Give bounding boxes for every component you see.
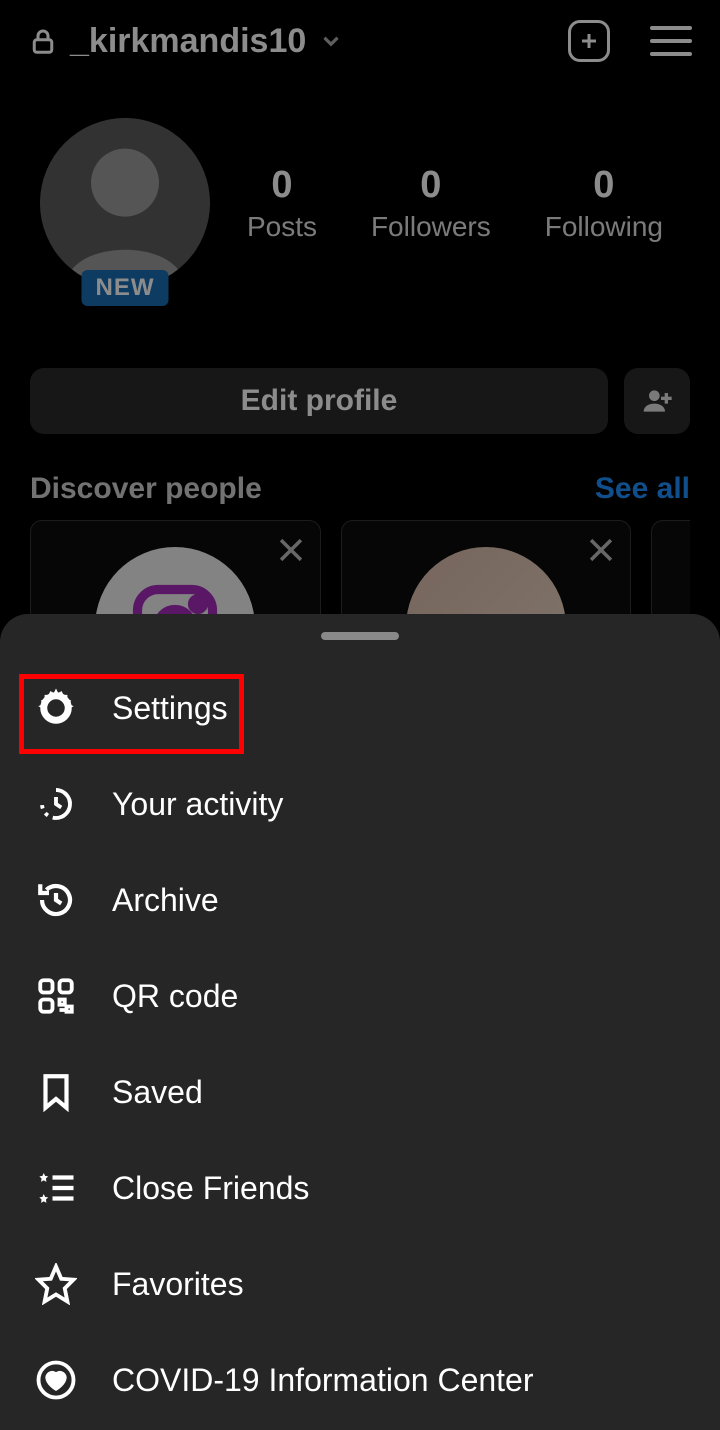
menu-label: Your activity bbox=[112, 786, 283, 823]
lock-icon bbox=[28, 26, 58, 56]
menu-close-friends[interactable]: Close Friends bbox=[0, 1140, 720, 1236]
menu-label: Archive bbox=[112, 882, 219, 919]
edit-profile-button[interactable]: Edit profile bbox=[30, 368, 608, 434]
stat-following[interactable]: 0 Following bbox=[545, 164, 663, 243]
menu-qr[interactable]: QR code bbox=[0, 948, 720, 1044]
menu-sheet: Settings Your activity Archive QR code S bbox=[0, 614, 720, 1430]
username-label: _kirkmandis10 bbox=[70, 22, 306, 61]
activity-icon bbox=[34, 782, 78, 826]
chevron-down-icon bbox=[318, 28, 344, 54]
close-friends-icon bbox=[34, 1166, 78, 1210]
gear-icon bbox=[34, 686, 78, 730]
menu-saved[interactable]: Saved bbox=[0, 1044, 720, 1140]
menu-label: Favorites bbox=[112, 1266, 244, 1303]
see-all-link[interactable]: See all bbox=[595, 472, 690, 506]
drag-handle[interactable] bbox=[321, 632, 399, 640]
discover-title: Discover people bbox=[30, 472, 262, 506]
top-bar: _kirkmandis10 bbox=[0, 0, 720, 72]
heart-icon bbox=[34, 1358, 78, 1402]
star-icon bbox=[34, 1262, 78, 1306]
profile-summary: NEW 0 Posts 0 Followers 0 Following bbox=[0, 72, 720, 308]
avatar bbox=[40, 118, 210, 288]
avatar-container[interactable]: NEW bbox=[40, 118, 210, 288]
create-button[interactable] bbox=[568, 20, 610, 62]
profile-actions: Edit profile bbox=[0, 308, 720, 454]
menu-activity[interactable]: Your activity bbox=[0, 756, 720, 852]
menu-covid[interactable]: COVID-19 Information Center bbox=[0, 1332, 720, 1428]
username-selector[interactable]: _kirkmandis10 bbox=[28, 22, 568, 61]
menu-settings[interactable]: Settings bbox=[0, 660, 720, 756]
discover-header: Discover people See all bbox=[0, 454, 720, 520]
menu-label: QR code bbox=[112, 978, 238, 1015]
archive-icon bbox=[34, 878, 78, 922]
qr-icon bbox=[34, 974, 78, 1018]
new-badge: NEW bbox=[82, 270, 169, 306]
discover-people-button[interactable] bbox=[624, 368, 690, 434]
menu-label: Settings bbox=[112, 690, 228, 727]
close-icon[interactable] bbox=[584, 533, 618, 572]
menu-favorites[interactable]: Favorites bbox=[0, 1236, 720, 1332]
menu-label: COVID-19 Information Center bbox=[112, 1362, 534, 1399]
stat-posts[interactable]: 0 Posts bbox=[247, 164, 317, 243]
menu-label: Saved bbox=[112, 1074, 203, 1111]
close-icon[interactable] bbox=[274, 533, 308, 572]
stat-followers[interactable]: 0 Followers bbox=[371, 164, 491, 243]
stats-row: 0 Posts 0 Followers 0 Following bbox=[220, 164, 690, 243]
menu-archive[interactable]: Archive bbox=[0, 852, 720, 948]
menu-button[interactable] bbox=[650, 26, 692, 56]
menu-label: Close Friends bbox=[112, 1170, 309, 1207]
bookmark-icon bbox=[34, 1070, 78, 1114]
